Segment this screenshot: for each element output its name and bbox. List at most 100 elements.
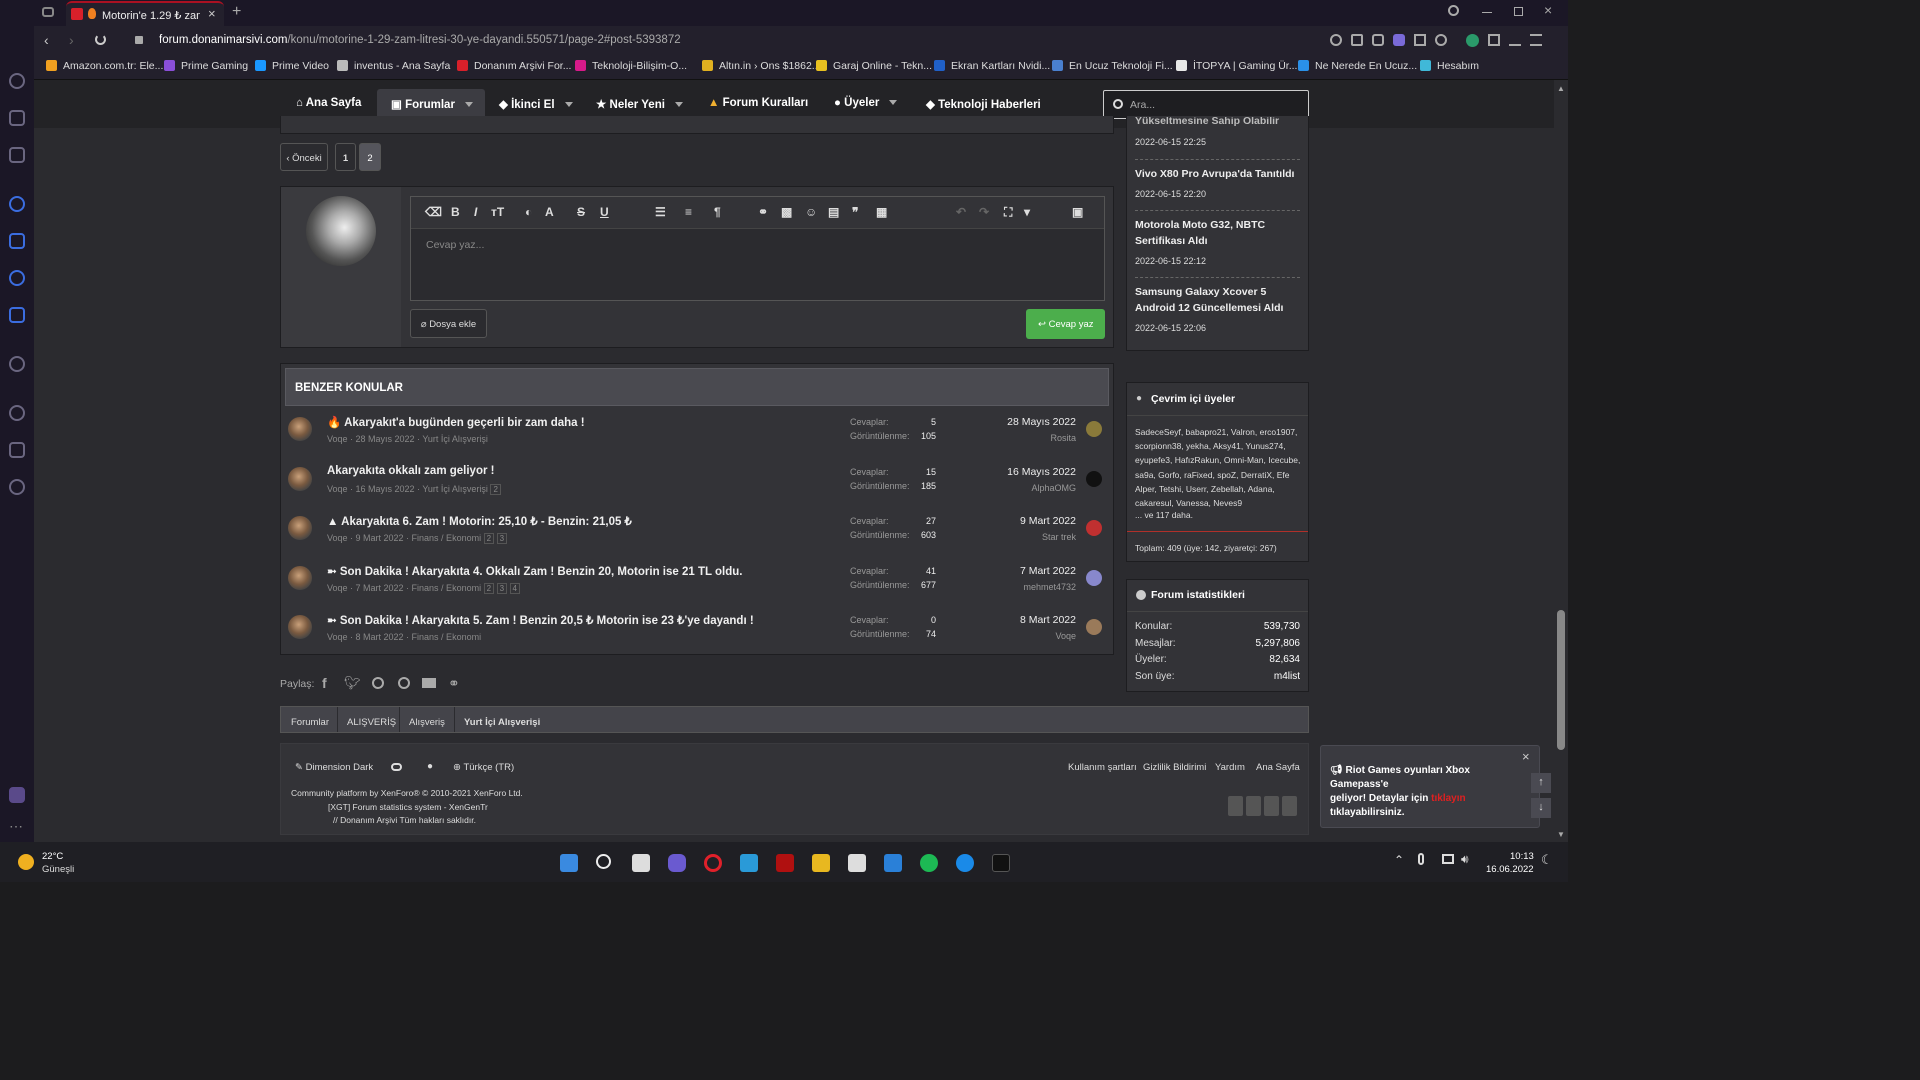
quote-icon[interactable]: ❞ bbox=[852, 205, 858, 219]
restore-icon[interactable] bbox=[1514, 7, 1523, 16]
reddit-icon[interactable] bbox=[372, 677, 384, 689]
image-icon[interactable]: ▩ bbox=[781, 205, 792, 219]
thread-meta[interactable]: Voqe · 7 Mart 2022 · Finans / Ekonomi 2 … bbox=[327, 582, 520, 594]
network-icon[interactable] bbox=[1442, 854, 1454, 864]
online-members-list[interactable]: SadeceSeyf, babapro21, Valron, erco1907,… bbox=[1135, 425, 1303, 510]
spotify-icon[interactable] bbox=[920, 854, 938, 872]
online-more[interactable]: ... ve 117 daha. bbox=[1135, 510, 1193, 520]
footer-link-terms[interactable]: Kullanım şartları bbox=[1068, 762, 1137, 773]
bookmark-item[interactable]: Amazon.com.tr: Ele... bbox=[46, 60, 163, 72]
last-post-date[interactable]: 8 Mart 2022 bbox=[976, 614, 1076, 626]
chevron-down-icon[interactable] bbox=[464, 102, 473, 107]
bookmark-item[interactable]: Prime Video bbox=[255, 60, 329, 72]
last-poster-avatar[interactable] bbox=[1086, 569, 1102, 586]
twitter-icon[interactable] bbox=[9, 270, 25, 286]
nav-second-hand[interactable]: ◆ İkinci El bbox=[499, 97, 573, 111]
last-post-date[interactable]: 9 Mart 2022 bbox=[976, 515, 1076, 527]
discord-icon[interactable] bbox=[9, 307, 25, 323]
bookmark-item[interactable]: inventus - Ana Sayfa bbox=[337, 60, 450, 72]
fullscreen-icon[interactable]: ⛶ bbox=[1004, 205, 1012, 220]
news-title-3[interactable]: Samsung Galaxy Xcover 5 Android 12 Günce… bbox=[1135, 284, 1305, 316]
author-avatar[interactable] bbox=[288, 417, 312, 441]
battlenet-icon[interactable] bbox=[956, 854, 974, 872]
search-input[interactable]: Ara... bbox=[1103, 90, 1309, 119]
news-title-0[interactable]: Yükseltmesine Sahip Olabilir bbox=[1135, 117, 1305, 131]
thread-meta[interactable]: Voqe · 28 Mayıs 2022 · Yurt İçi Alışveri… bbox=[327, 434, 488, 444]
footer-link-home[interactable]: Ana Sayfa bbox=[1256, 762, 1300, 773]
volume-icon[interactable]: 🔊︎ bbox=[1461, 852, 1469, 867]
nav-rules[interactable]: ▲ Forum Kuralları bbox=[708, 97, 808, 109]
search-tabs-icon[interactable] bbox=[1448, 5, 1459, 16]
thread-meta[interactable]: Voqe · 16 Mayıs 2022 · Yurt İçi Alışveri… bbox=[327, 483, 501, 495]
chevron-down-icon[interactable] bbox=[674, 102, 683, 107]
start-icon[interactable] bbox=[560, 854, 578, 872]
underline-icon[interactable]: U bbox=[600, 205, 609, 219]
find-icon[interactable] bbox=[1330, 34, 1342, 46]
font-size-icon[interactable]: тТ bbox=[491, 205, 504, 219]
footer-link-privacy[interactable]: Gizlilik Bildirimi bbox=[1143, 762, 1206, 773]
opera-icon[interactable] bbox=[704, 854, 722, 872]
last-poster[interactable]: AlphaOMG bbox=[976, 483, 1076, 493]
task-view-icon[interactable] bbox=[632, 854, 650, 872]
settings-icon[interactable] bbox=[9, 479, 25, 495]
nav-forums[interactable]: ▣ Forumlar bbox=[377, 89, 485, 119]
bookmark-item[interactable]: Donanım Arşivi For... bbox=[457, 60, 571, 72]
messenger-icon[interactable] bbox=[9, 196, 25, 212]
thread-page-link[interactable]: 2 bbox=[490, 483, 501, 495]
scroll-up-icon[interactable]: ▲ bbox=[1557, 84, 1565, 93]
reload-icon[interactable] bbox=[95, 34, 106, 45]
download-icon[interactable] bbox=[1509, 34, 1521, 46]
extensions-icon[interactable] bbox=[9, 442, 25, 458]
url-field[interactable]: forum.donanimarsivi.com/konu/motorine-1-… bbox=[159, 34, 681, 46]
menu-icon[interactable] bbox=[1530, 34, 1542, 46]
toggle-icon[interactable] bbox=[391, 763, 402, 771]
save-draft-icon[interactable]: ▾ bbox=[1024, 205, 1030, 219]
author-avatar[interactable] bbox=[288, 466, 312, 491]
facebook-icon[interactable]: f bbox=[322, 675, 327, 691]
vpn-icon[interactable] bbox=[1393, 34, 1405, 46]
bookmark-item[interactable]: Altın.in › Ons $1862... bbox=[702, 60, 821, 72]
last-poster[interactable]: Rosita bbox=[976, 433, 1076, 443]
pagination-page-1[interactable]: 1 bbox=[335, 143, 356, 171]
author-avatar[interactable] bbox=[288, 615, 312, 639]
thread-meta[interactable]: Voqe · 9 Mart 2022 · Finans / Ekonomi 2 … bbox=[327, 533, 508, 544]
tab-active[interactable]: Motorin'e 1.29 ₺ zam ! × bbox=[66, 1, 224, 26]
paragraph-icon[interactable]: ¶ bbox=[714, 205, 721, 219]
avatar[interactable] bbox=[306, 196, 376, 266]
toast-link[interactable]: tıklayın bbox=[1431, 793, 1465, 804]
thread-title[interactable]: ▲ Akaryakıta 6. Zam ! Motorin: 25,10 ₺ -… bbox=[327, 514, 632, 528]
youtube-icon[interactable] bbox=[1228, 796, 1243, 816]
thread-page-link[interactable]: 3 bbox=[496, 582, 508, 594]
thread-page-link[interactable]: 3 bbox=[496, 533, 508, 544]
last-post-date[interactable]: 7 Mart 2022 bbox=[976, 565, 1076, 577]
list-icon[interactable]: ☰ bbox=[655, 205, 666, 219]
eraser-icon[interactable]: ⌫ bbox=[425, 205, 442, 219]
last-post-date[interactable]: 16 Mayıs 2022 bbox=[976, 466, 1076, 478]
instagram-icon[interactable] bbox=[9, 233, 25, 249]
pagination-prev[interactable]: ‹ Önceki bbox=[280, 143, 328, 171]
last-poster[interactable]: Star trek bbox=[976, 532, 1076, 542]
more-icon[interactable]: ⋯ bbox=[9, 818, 23, 835]
strike-icon[interactable]: S bbox=[577, 205, 585, 219]
last-poster[interactable]: mehmet4732 bbox=[976, 582, 1076, 592]
font-icon[interactable]: A bbox=[545, 205, 554, 219]
link-icon[interactable]: ⚭ bbox=[448, 675, 460, 692]
edit-icon[interactable] bbox=[1351, 34, 1363, 46]
desktop-icon[interactable] bbox=[740, 854, 758, 872]
bookmark-item[interactable]: Teknoloji-Bilişim-O... bbox=[575, 60, 687, 72]
store-icon[interactable] bbox=[848, 854, 866, 872]
extension-green-icon[interactable] bbox=[1466, 34, 1479, 47]
media-icon[interactable]: ▤ bbox=[828, 205, 839, 219]
thread-meta[interactable]: Voqe · 8 Mart 2022 · Finans / Ekonomi bbox=[327, 632, 481, 642]
style-chooser[interactable]: ✎ Dimension Dark bbox=[295, 762, 373, 773]
discord-icon[interactable] bbox=[1282, 796, 1297, 816]
undo-icon[interactable]: ↶ bbox=[956, 205, 966, 219]
weather-icon[interactable] bbox=[18, 854, 34, 870]
thread-title[interactable]: Akaryakıta okkalı zam geliyor ! bbox=[327, 465, 494, 477]
nav-tech-news[interactable]: ◆ Teknoloji Haberleri bbox=[926, 97, 1041, 111]
bag-icon[interactable] bbox=[9, 110, 25, 126]
stats-value[interactable]: m4list bbox=[1217, 671, 1300, 682]
last-poster-avatar[interactable] bbox=[1086, 619, 1102, 635]
speed-dial-icon[interactable] bbox=[9, 73, 25, 89]
bold-icon[interactable]: B bbox=[451, 205, 460, 219]
